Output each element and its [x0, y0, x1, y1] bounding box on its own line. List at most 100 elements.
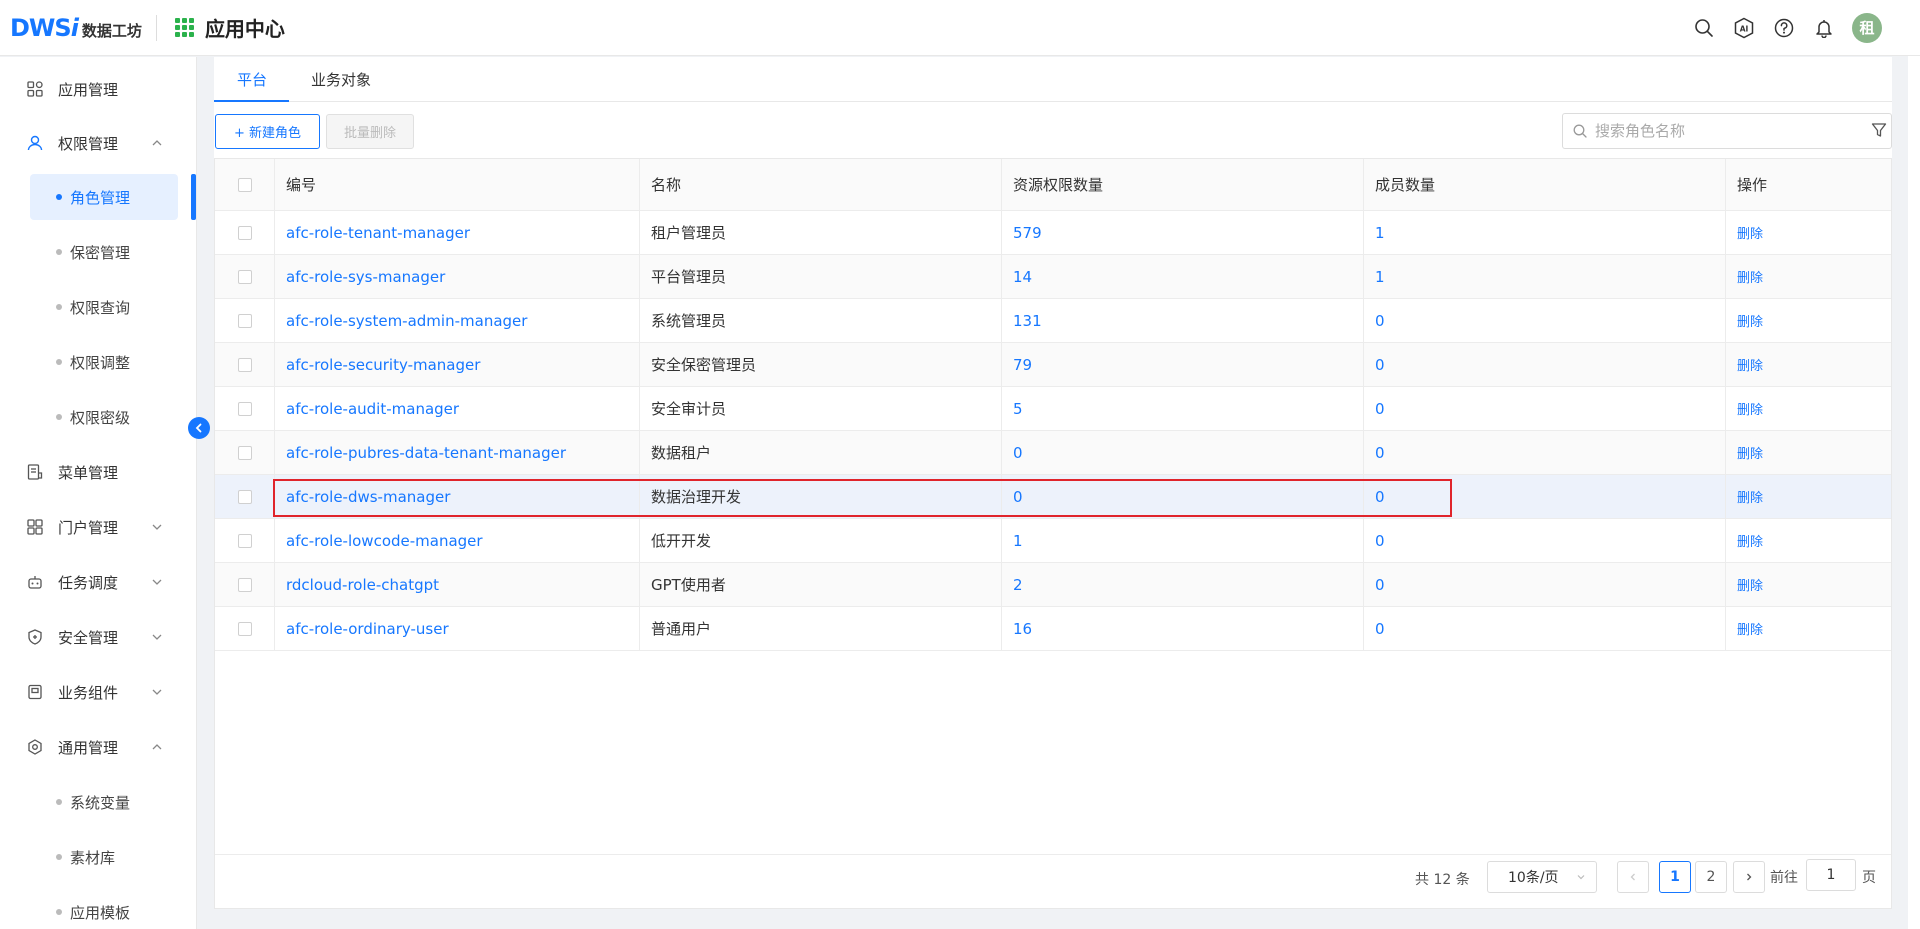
help-icon[interactable] — [1772, 16, 1796, 40]
sidebar-item-portal-management[interactable]: 门户管理 — [0, 505, 196, 549]
search-icon[interactable] — [1692, 16, 1716, 40]
sidebar-item-secrecy-management[interactable]: 保密管理 — [30, 229, 178, 275]
member-count-link[interactable]: 0 — [1375, 400, 1385, 418]
delete-link[interactable]: 删除 — [1737, 487, 1763, 506]
resource-count-link[interactable]: 0 — [1013, 444, 1023, 462]
role-code-link[interactable]: afc-role-dws-manager — [286, 488, 450, 506]
pagination: 共 12 条 10条/页 1 2 — [215, 854, 1891, 908]
row-checkbox[interactable] — [237, 577, 252, 592]
sidebar-item-permission-management[interactable]: 权限管理 — [0, 121, 196, 165]
user-avatar[interactable]: 租 — [1852, 12, 1882, 43]
delete-link[interactable]: 删除 — [1737, 311, 1763, 330]
batch-delete-button[interactable]: 批量删除 — [326, 114, 414, 149]
sidebar-item-general-management[interactable]: 通用管理 — [0, 725, 196, 769]
row-checkbox[interactable] — [237, 401, 252, 416]
column-header-resources[interactable]: 资源权限数量 — [1002, 159, 1364, 210]
sidebar-item-app-management[interactable]: 应用管理 — [0, 67, 196, 111]
row-checkbox[interactable] — [237, 621, 252, 636]
total-count: 共 12 条 — [1415, 872, 1470, 888]
sidebar-item-permission-query[interactable]: 权限查询 — [30, 284, 178, 330]
role-code-link[interactable]: afc-role-ordinary-user — [286, 620, 449, 638]
sidebar-item-permission-level[interactable]: 权限密级 — [30, 394, 178, 440]
role-code-link[interactable]: afc-role-system-admin-manager — [286, 312, 527, 330]
select-all-checkbox[interactable] — [237, 177, 252, 192]
member-count-link[interactable]: 0 — [1375, 532, 1385, 550]
role-code-link[interactable]: afc-role-pubres-data-tenant-manager — [286, 444, 566, 462]
tab-platform[interactable]: 平台 — [237, 57, 267, 102]
role-code-link[interactable]: afc-role-security-manager — [286, 356, 480, 374]
goto-page-input[interactable] — [1806, 859, 1856, 891]
delete-link[interactable]: 删除 — [1737, 575, 1763, 594]
member-count-link[interactable]: 0 — [1375, 488, 1385, 506]
sidebar-item-label: 菜单管理 — [58, 463, 119, 482]
resource-count-link[interactable]: 1 — [1013, 532, 1023, 550]
next-page-button[interactable] — [1733, 861, 1765, 893]
delete-link[interactable]: 删除 — [1737, 399, 1763, 418]
delete-link[interactable]: 删除 — [1737, 355, 1763, 374]
resource-count-link[interactable]: 2 — [1013, 576, 1023, 594]
row-checkbox[interactable] — [237, 269, 252, 284]
resource-count-link[interactable]: 14 — [1013, 268, 1032, 286]
sidebar-item-permission-adjust[interactable]: 权限调整 — [30, 339, 178, 385]
row-checkbox[interactable] — [237, 489, 252, 504]
page-button-1[interactable]: 1 — [1659, 861, 1691, 893]
row-checkbox[interactable] — [237, 533, 252, 548]
logo[interactable]: DWSi 数据工坊 — [10, 14, 142, 42]
sidebar-item-system-variables[interactable]: 系统变量 — [30, 779, 178, 825]
sidebar-item-security-management[interactable]: 安全管理 — [0, 615, 196, 659]
role-code-link[interactable]: afc-role-sys-manager — [286, 268, 445, 286]
delete-link[interactable]: 删除 — [1737, 619, 1763, 638]
sidebar-item-task-scheduling[interactable]: 任务调度 — [0, 560, 196, 604]
role-code-link[interactable]: afc-role-lowcode-manager — [286, 532, 483, 550]
member-count-link[interactable]: 0 — [1375, 356, 1385, 374]
notification-bell-icon[interactable] — [1812, 16, 1836, 40]
new-role-button[interactable]: + 新建角色 — [215, 114, 320, 149]
resource-count-link[interactable]: 16 — [1013, 620, 1032, 638]
ai-assistant-icon[interactable]: AI — [1732, 16, 1756, 40]
app-grid-icon[interactable] — [174, 17, 195, 38]
filter-icon[interactable] — [1871, 122, 1887, 138]
search-icon — [1573, 124, 1587, 138]
sidebar-item-role-management[interactable]: 角色管理 — [30, 174, 178, 220]
goto-label: 前往 — [1770, 870, 1798, 886]
sidebar-item-business-components[interactable]: 业务组件 — [0, 670, 196, 714]
row-checkbox[interactable] — [237, 445, 252, 460]
sidebar-item-asset-library[interactable]: 素材库 — [30, 834, 178, 880]
page-button-2[interactable]: 2 — [1695, 861, 1727, 893]
member-count-link[interactable]: 0 — [1375, 444, 1385, 462]
chevron-left-icon — [195, 423, 202, 433]
resource-count-link[interactable]: 579 — [1013, 224, 1042, 242]
page-size-select[interactable]: 10条/页 — [1487, 861, 1597, 893]
resource-count-link[interactable]: 0 — [1013, 488, 1023, 506]
delete-link[interactable]: 删除 — [1737, 531, 1763, 550]
role-code-link[interactable]: rdcloud-role-chatgpt — [286, 576, 439, 594]
page-scrollbar[interactable] — [1908, 56, 1920, 929]
resource-count-link[interactable]: 131 — [1013, 312, 1042, 330]
sidebar-item-label: 素材库 — [70, 848, 116, 867]
member-count-link[interactable]: 0 — [1375, 576, 1385, 594]
prev-page-button[interactable] — [1617, 861, 1649, 893]
sidebar-collapse-button[interactable] — [188, 417, 210, 439]
row-checkbox[interactable] — [237, 313, 252, 328]
member-count-link[interactable]: 0 — [1375, 312, 1385, 330]
role-name: 普通用户 — [651, 620, 712, 638]
tab-business-objects[interactable]: 业务对象 — [311, 57, 371, 102]
column-header-members[interactable]: 成员数量 — [1364, 159, 1726, 210]
sidebar-item-app-templates[interactable]: 应用模板 — [30, 889, 178, 929]
column-header-name[interactable]: 名称 — [640, 159, 1002, 210]
sidebar-item-menu-management[interactable]: 菜单管理 — [0, 450, 196, 494]
row-checkbox[interactable] — [237, 225, 252, 240]
role-code-link[interactable]: afc-role-audit-manager — [286, 400, 459, 418]
delete-link[interactable]: 删除 — [1737, 223, 1763, 242]
member-count-link[interactable]: 1 — [1375, 268, 1385, 286]
delete-link[interactable]: 删除 — [1737, 443, 1763, 462]
row-checkbox[interactable] — [237, 357, 252, 372]
role-code-link[interactable]: afc-role-tenant-manager — [286, 224, 470, 242]
member-count-link[interactable]: 1 — [1375, 224, 1385, 242]
member-count-link[interactable]: 0 — [1375, 620, 1385, 638]
search-input[interactable] — [1595, 116, 1855, 146]
resource-count-link[interactable]: 5 — [1013, 400, 1023, 418]
resource-count-link[interactable]: 79 — [1013, 356, 1032, 374]
column-header-code[interactable]: 编号 — [275, 159, 640, 210]
delete-link[interactable]: 删除 — [1737, 267, 1763, 286]
